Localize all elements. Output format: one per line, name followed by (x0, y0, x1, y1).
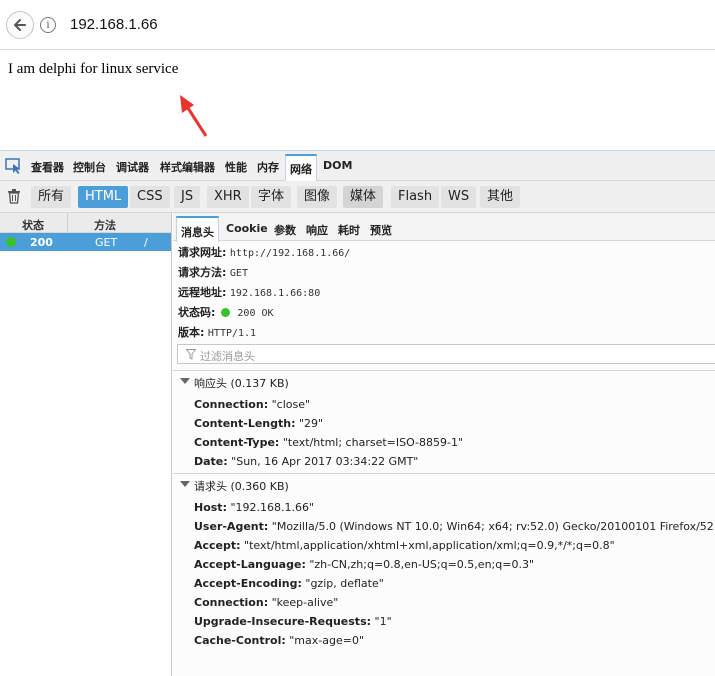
back-button[interactable] (6, 11, 34, 39)
filter-css[interactable]: CSS (130, 186, 170, 208)
filter-media[interactable]: 媒体 (343, 186, 384, 208)
request-details: 消息头 Cookie 参数 响应 耗时 预览 请求网址: http://192.… (173, 213, 715, 676)
summary-version: 版本: HTTP/1.1 (178, 326, 257, 339)
request-header-row: Accept-Encoding: "gzip, deflate" (194, 577, 384, 590)
request-status: 200 (30, 236, 53, 249)
summary-remote-address: 远程地址: 192.168.1.66:80 (178, 286, 321, 299)
back-arrow-icon (14, 19, 26, 31)
filter-placeholder: 过滤消息头 (200, 350, 255, 363)
request-header-row: Cache-Control: "max-age=0" (194, 634, 365, 647)
filter-xhr[interactable]: XHR (207, 186, 249, 208)
tab-inspector[interactable]: 查看器 (31, 159, 64, 175)
table-row[interactable]: 200 GET / (0, 233, 171, 251)
request-headers-section[interactable]: 请求头 (0.360 KB) (173, 473, 715, 493)
summary-url: 请求网址: http://192.168.1.66/ (178, 246, 351, 259)
status-ok-icon (220, 308, 230, 317)
collapse-triangle-icon (180, 481, 190, 487)
column-method-header[interactable]: 方法 (94, 217, 116, 233)
filter-other[interactable]: 其他 (480, 186, 521, 208)
filter-headers-input[interactable]: 过滤消息头 (177, 344, 715, 364)
request-header-row: Connection: "keep-alive" (194, 596, 339, 609)
request-path: / (144, 236, 148, 249)
request-header-row: User-Agent: "Mozilla/5.0 (Windows NT 10.… (194, 520, 715, 533)
tab-params[interactable]: 参数 (274, 222, 296, 238)
column-status-header[interactable]: 状态 (22, 217, 44, 233)
filter-ws[interactable]: WS (441, 186, 477, 208)
filter-flash[interactable]: Flash (391, 186, 440, 208)
element-picker-icon[interactable] (5, 158, 23, 174)
url-bar: i 192.168.1.66 (0, 0, 715, 50)
trash-icon[interactable] (7, 188, 21, 204)
tab-console[interactable]: 控制台 (73, 159, 106, 175)
summary-method: 请求方法: GET (178, 266, 248, 279)
response-headers-title: 响应头 (0.137 KB) (194, 377, 289, 390)
summary-status-code: 状态码: 200 OK (178, 306, 274, 319)
url-input[interactable]: 192.168.1.66 (70, 16, 158, 33)
devtools-panel: 查看器 控制台 调试器 样式编辑器 性能 内存 网络 DOM 所有 HTML C… (0, 150, 715, 676)
page-body-text: I am delphi for linux service (8, 61, 179, 77)
request-header-row: Upgrade-Insecure-Requests: "1" (194, 615, 392, 628)
response-header-row: Content-Type: "text/html; charset=ISO-88… (194, 436, 464, 449)
filter-all[interactable]: 所有 (31, 186, 72, 208)
filter-images[interactable]: 图像 (297, 186, 338, 208)
tab-preview[interactable]: 预览 (370, 222, 392, 238)
request-header-row: Host: "192.168.1.66" (194, 501, 315, 514)
tab-debugger[interactable]: 调试器 (116, 159, 149, 175)
tab-style-editor[interactable]: 样式编辑器 (160, 159, 215, 175)
detail-tabs: 消息头 Cookie 参数 响应 耗时 预览 (173, 213, 715, 242)
collapse-triangle-icon (180, 378, 190, 384)
devtools-toolbar: 查看器 控制台 调试器 样式编辑器 性能 内存 网络 DOM (0, 151, 715, 181)
tab-cookies[interactable]: Cookie (226, 222, 268, 235)
request-headers-title: 请求头 (0.360 KB) (194, 480, 289, 493)
status-ok-icon (6, 237, 16, 247)
tab-performance[interactable]: 性能 (225, 159, 247, 175)
red-arrow-annotation-icon (180, 95, 208, 137)
funnel-icon (186, 349, 196, 360)
response-header-row: Date: "Sun, 16 Apr 2017 03:34:22 GMT" (194, 455, 419, 468)
tab-network[interactable]: 网络 (285, 154, 317, 181)
tab-memory[interactable]: 内存 (257, 159, 279, 175)
request-header-row: Accept-Language: "zh-CN,zh;q=0.8,en-US;q… (194, 558, 534, 571)
response-header-row: Content-Length: "29" (194, 417, 324, 430)
tab-dom[interactable]: DOM (323, 159, 352, 172)
request-list: 状态 方法 200 GET / (0, 213, 172, 676)
filter-fonts[interactable]: 字体 (251, 186, 292, 208)
network-filter-bar: 所有 HTML CSS JS XHR 字体 图像 媒体 Flash WS 其他 (0, 181, 715, 213)
request-list-header: 状态 方法 (0, 213, 171, 233)
request-method: GET (95, 236, 118, 249)
request-header-row: Accept: "text/html,application/xhtml+xml… (194, 539, 615, 552)
response-headers-section[interactable]: 响应头 (0.137 KB) (173, 370, 715, 390)
site-info-icon[interactable]: i (40, 17, 56, 33)
filter-html[interactable]: HTML (78, 186, 129, 208)
filter-js[interactable]: JS (174, 186, 201, 208)
tab-timings[interactable]: 耗时 (338, 222, 360, 238)
tab-headers[interactable]: 消息头 (176, 216, 219, 242)
tab-response[interactable]: 响应 (306, 222, 328, 238)
response-header-row: Connection: "close" (194, 398, 311, 411)
